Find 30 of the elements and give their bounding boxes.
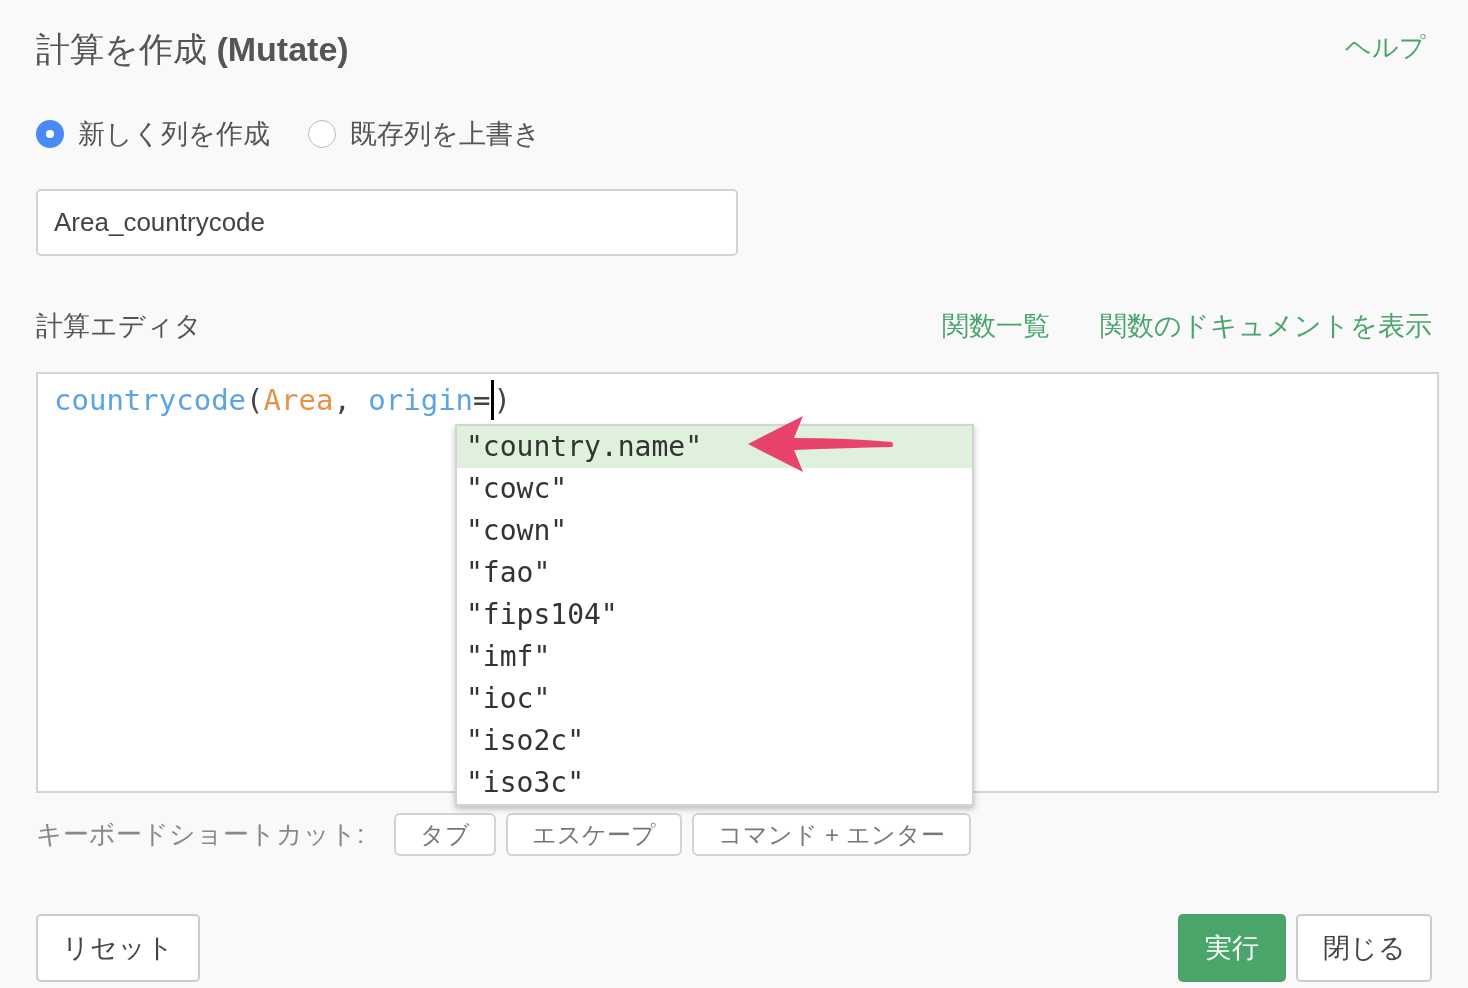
radio-button[interactable] (36, 120, 64, 149)
shortcut-key: タブ (394, 813, 497, 856)
suggestion-item[interactable]: "iso2c" (457, 720, 972, 762)
suggestion-item[interactable]: "ioc" (457, 678, 972, 720)
column-name-field[interactable]: Area_countrycode (36, 188, 738, 256)
shortcut-key: コマンド + エンター (692, 813, 971, 856)
code-token: origin (368, 382, 474, 419)
shortcut-key: エスケープ (506, 813, 683, 856)
code-token: ( (246, 382, 264, 419)
radio-button[interactable] (308, 120, 336, 149)
suggestion-item[interactable]: "cowc" (457, 468, 972, 510)
reset-button[interactable]: リセット (36, 914, 200, 982)
code-token: = (473, 382, 491, 419)
editor-label: 計算エディタ (36, 309, 202, 343)
suggestion-item[interactable]: "country.name" (457, 426, 972, 468)
suggestion-item[interactable]: "iso3c" (457, 762, 972, 804)
code-token: countrycode (54, 382, 247, 419)
close-button[interactable]: 閉じる (1296, 914, 1432, 982)
text-cursor (490, 380, 494, 420)
code-token: ) (493, 382, 511, 419)
shortcuts-label: キーボードショートカット: (36, 818, 365, 851)
code-token: , (333, 382, 352, 419)
code-token: Area (263, 382, 334, 419)
suggestion-item[interactable]: "imf" (457, 636, 972, 678)
suggestion-item[interactable]: "fao" (457, 552, 972, 594)
suggestion-item[interactable]: "fips104" (457, 594, 972, 636)
suggestion-item[interactable]: "cown" (457, 510, 972, 552)
radio-label: 既存列を上書き (350, 118, 541, 151)
dialog-title: 計算を作成 (Mutate) (36, 29, 349, 70)
radio-label: 新しく列を作成 (78, 118, 270, 151)
